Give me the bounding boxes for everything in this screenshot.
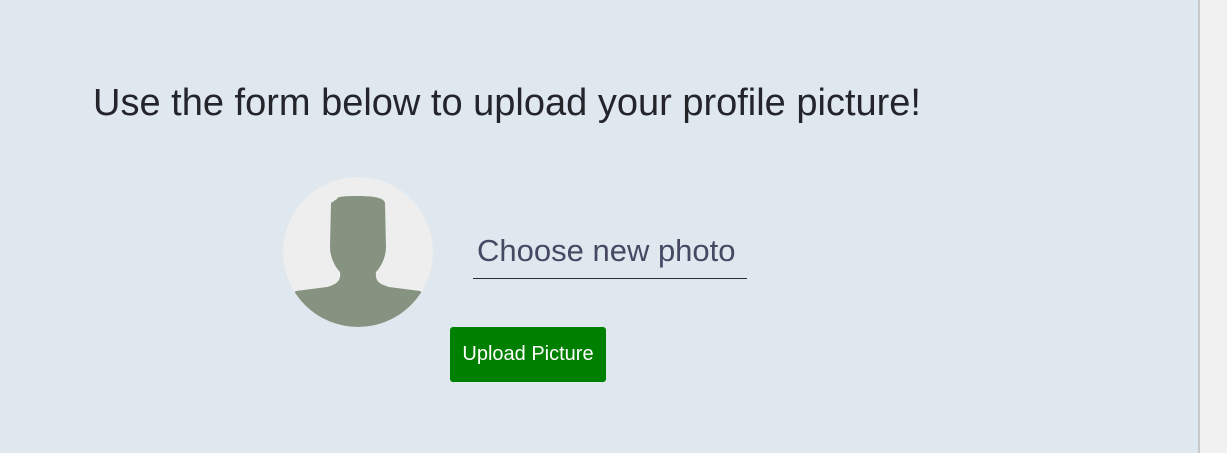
upload-panel: Use the form below to upload your profil…	[0, 0, 1198, 453]
default-user-silhouette-icon	[283, 196, 433, 327]
upload-picture-button[interactable]: Upload Picture	[450, 327, 606, 382]
page-heading: Use the form below to upload your profil…	[93, 82, 921, 124]
window-edge-divider	[1198, 0, 1200, 453]
choose-new-photo-label: Choose new photo	[477, 233, 736, 268]
choose-new-photo-input[interactable]: Choose new photo	[473, 230, 747, 279]
profile-picture-preview	[283, 177, 433, 327]
